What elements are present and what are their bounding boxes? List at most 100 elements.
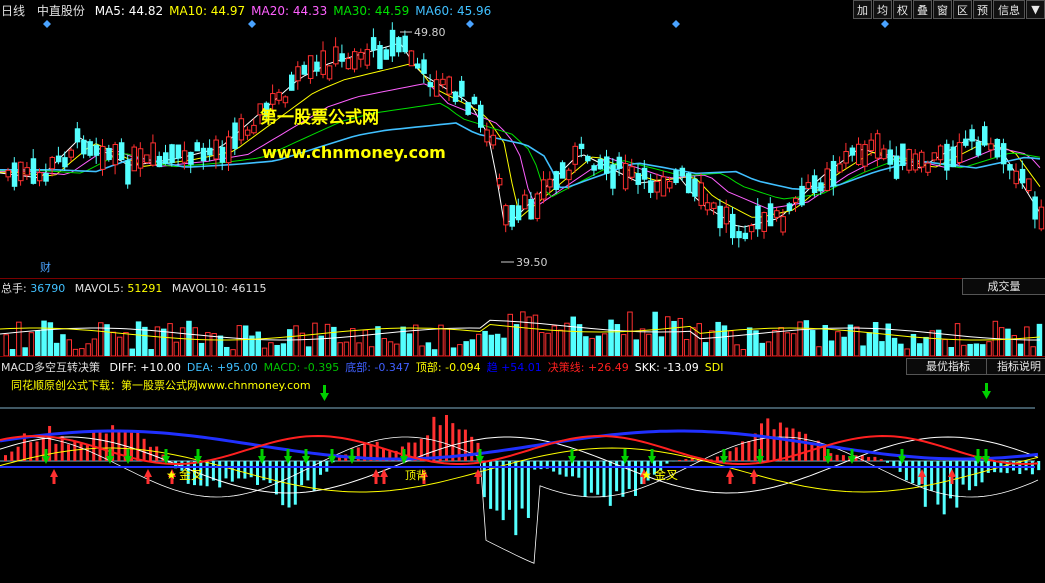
candle-body <box>906 149 912 171</box>
macd-bar <box>79 443 83 461</box>
candle-body <box>194 142 200 152</box>
volume-bar <box>797 321 803 356</box>
candle-body <box>622 163 629 190</box>
macd-chart[interactable]: ★ 金叉 ★ 金叉 顶背 <box>0 375 1045 583</box>
volume-bar <box>173 341 180 356</box>
volume-bar <box>917 343 923 356</box>
golden-cross-label: 金叉 <box>179 467 203 482</box>
volume-bar <box>646 333 652 356</box>
macd-bar <box>205 461 209 487</box>
macd-bar <box>60 436 64 461</box>
volume-bar <box>444 328 450 356</box>
sell-arrow-icon <box>328 449 336 464</box>
candle-body <box>188 151 194 165</box>
candle-body <box>667 180 673 189</box>
volume-bar <box>557 329 564 356</box>
volume-bar <box>22 347 28 356</box>
volume-bar <box>923 336 929 356</box>
candle-body <box>522 194 528 210</box>
volume-bar <box>652 311 658 356</box>
period-label[interactable]: 日线 <box>1 4 25 18</box>
candle-body <box>654 181 660 193</box>
macd-bar <box>300 461 304 486</box>
macd-bar <box>230 461 234 482</box>
candle-body <box>118 142 125 161</box>
volume-bar <box>123 332 129 356</box>
volume-bar <box>671 320 677 356</box>
volume-bar <box>287 329 293 356</box>
volume-bar <box>413 324 419 356</box>
macd-bar <box>526 461 530 518</box>
macd-bar <box>867 456 871 461</box>
volume-bar <box>381 337 387 356</box>
volume-bar <box>463 341 469 356</box>
volume-bar <box>910 333 917 356</box>
macd-bar <box>571 461 574 477</box>
macd-legend-item: 底部: -0.347 <box>345 361 410 374</box>
star-marker: ★ <box>641 468 652 482</box>
candle-body <box>276 91 282 101</box>
volume-bar <box>898 343 904 356</box>
chart-toolbar: 加 均 权 叠 窗 区 预 信息 ▼ <box>852 0 1045 19</box>
candle-body <box>181 150 188 163</box>
volume-bar <box>387 341 394 356</box>
volume-bar <box>192 327 198 356</box>
candle-body <box>471 96 478 105</box>
volume-bar <box>759 342 765 356</box>
diamond-marker <box>672 20 680 28</box>
candle-body <box>440 78 446 86</box>
candle-body <box>339 53 345 62</box>
candle-body <box>761 212 767 232</box>
candle-body <box>937 145 944 161</box>
volume-bar <box>1030 346 1036 356</box>
toolbar-range-button[interactable]: 区 <box>953 0 972 19</box>
candle-body <box>320 50 326 75</box>
candle-body <box>352 51 358 70</box>
macd-legend-item: DEA: +95.00 <box>186 361 258 374</box>
macd-bar <box>627 461 631 489</box>
toolbar-window-button[interactable]: 窗 <box>933 0 952 19</box>
volume-bar <box>822 325 828 356</box>
candlestick-chart[interactable]: 49.80 39.50 财 第一股票公式网 www.chnmoney.com <box>0 18 1045 278</box>
candle-body <box>648 180 654 193</box>
candle-body <box>484 129 490 143</box>
candle-body <box>679 167 686 177</box>
candle-body <box>496 178 503 186</box>
volume-chart[interactable] <box>0 294 1045 356</box>
diamond-marker <box>881 20 889 28</box>
volume-bar <box>179 327 186 356</box>
candle-body <box>818 182 824 192</box>
ma-legend-item: MA5: 44.82 <box>94 4 164 18</box>
macd-bar <box>873 456 877 461</box>
candle-body <box>591 165 597 171</box>
best-indicator-button[interactable]: 最优指标 <box>906 358 990 375</box>
volume-bar <box>501 337 507 356</box>
indicator-dropdown[interactable]: 成交量 <box>962 278 1045 295</box>
toolbar-ma-button[interactable]: 均 <box>873 0 892 19</box>
candle-body <box>566 169 572 181</box>
macd-bar <box>117 432 121 461</box>
volume-bar <box>835 331 841 356</box>
volume-bar <box>305 346 312 356</box>
candle-body <box>490 134 497 146</box>
toolbar-rights-button[interactable]: 权 <box>893 0 912 19</box>
candle-body <box>509 205 515 227</box>
toolbar-info-button[interactable]: 信息 <box>993 0 1025 19</box>
toolbar-alert-button[interactable]: 预 <box>973 0 992 19</box>
volume-bar <box>419 345 425 356</box>
candle-body <box>314 61 320 72</box>
buy-arrow-icon <box>726 469 734 484</box>
candle-body <box>43 172 49 182</box>
indicator-help-button[interactable]: 指标说明 <box>986 358 1045 375</box>
macd-bar <box>35 441 39 461</box>
macd-bar <box>10 451 14 461</box>
toolbar-add-button[interactable]: 加 <box>853 0 872 19</box>
toolbar-dropdown-button[interactable]: ▼ <box>1026 0 1045 19</box>
volume-bar <box>72 348 79 356</box>
candle-body <box>81 139 87 155</box>
toolbar-overlay-button[interactable]: 叠 <box>913 0 932 19</box>
macd-legend-item: SKK: -13.09 <box>634 361 699 374</box>
macd-bar <box>432 416 436 461</box>
candle-body <box>68 149 74 158</box>
volume-bar <box>513 324 520 356</box>
